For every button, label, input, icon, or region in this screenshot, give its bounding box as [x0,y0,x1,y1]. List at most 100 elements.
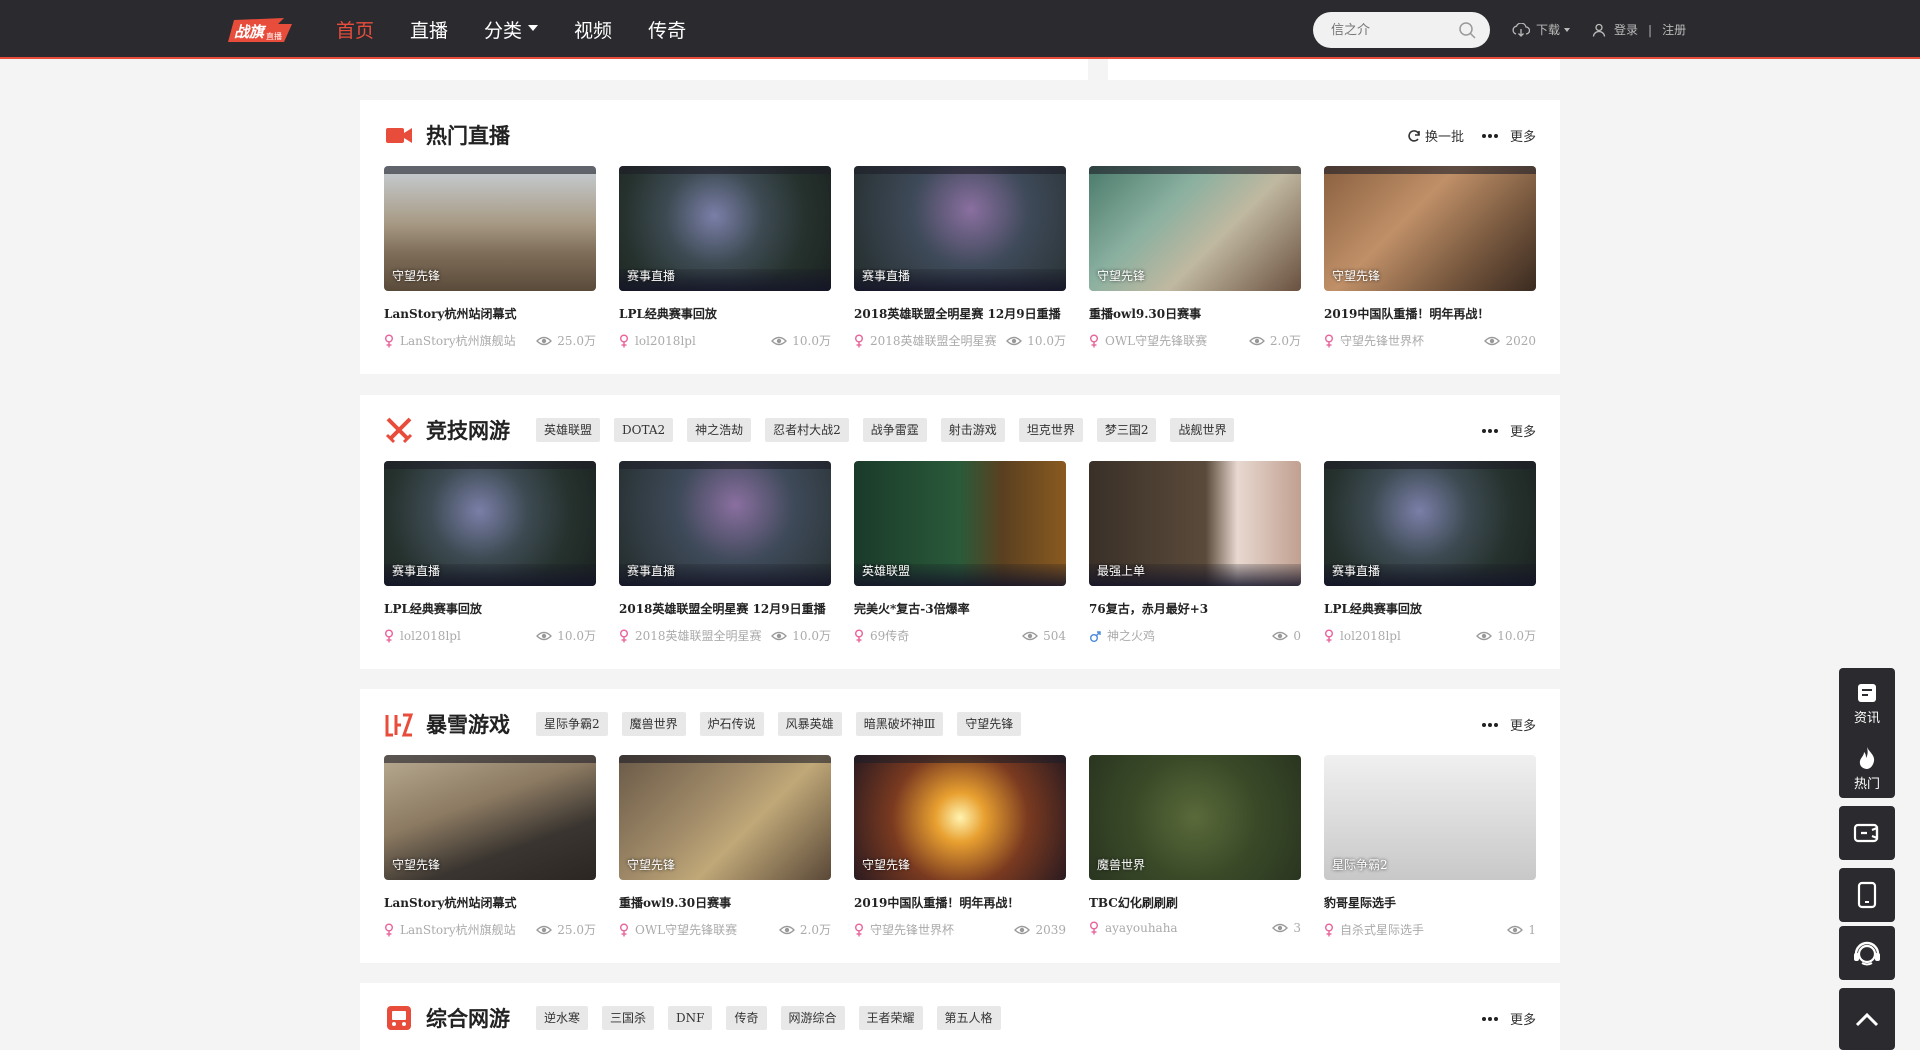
tag-item[interactable]: 王者荣耀 [858,1006,923,1030]
anchor-name[interactable]: OWL守望先锋联赛 [635,921,737,938]
stream-thumbnail[interactable]: 赛事直播 [1324,461,1536,586]
tag-item[interactable]: 梦三国2 [1096,418,1157,442]
nav-video[interactable]: 视频 [574,16,612,43]
stream-thumbnail[interactable]: 守望先锋 [384,755,596,880]
stream-title[interactable]: 76复古，赤月最好+3 [1089,600,1301,617]
anchor-name[interactable]: LanStory杭州旗舰站 [400,921,516,938]
stream-card[interactable]: 守望先锋 重播owl9.30日赛事 OWL守望先锋联赛 2.0万 [1089,166,1301,349]
anchor-name[interactable]: 自杀式星际选手 [1340,921,1424,938]
more-button[interactable]: 更多 [1481,126,1536,145]
tag-item[interactable]: 星际争霸2 [536,712,608,736]
tag-item[interactable]: DNF [668,1006,713,1030]
stream-card[interactable]: 守望先锋 重播owl9.30日赛事 OWL守望先锋联赛 2.0万 [619,755,831,938]
stream-thumbnail[interactable]: 最强上单 [1089,461,1301,586]
start-stream-button[interactable] [1839,806,1895,860]
stream-card[interactable]: 赛事直播 LPL经典赛事回放 lol2018lpl 10.0万 [384,461,596,644]
anchor-name[interactable]: LanStory杭州旗舰站 [400,332,516,349]
site-logo[interactable]: 战旗 直播 [224,12,296,48]
stream-thumbnail[interactable]: 守望先锋 [854,755,1066,880]
stream-card[interactable]: 最强上单 76复古，赤月最好+3 神之火鸡 0 [1089,461,1301,644]
stream-title[interactable]: LanStory杭州站闭幕式 [384,894,596,911]
tag-item[interactable]: 炉石传说 [699,712,764,736]
tag-item[interactable]: 神之浩劫 [687,418,752,442]
stream-title[interactable]: 2019中国队重播！明年再战！ [854,894,1066,911]
tag-item[interactable]: 守望先锋 [957,712,1022,736]
anchor-name[interactable]: lol2018lpl [400,629,461,643]
stream-card[interactable]: 赛事直播 2018英雄联盟全明星赛 12月9日重播 2018英雄联盟全明星赛 1… [854,166,1066,349]
stream-thumbnail[interactable]: 赛事直播 [619,461,831,586]
more-button[interactable]: 更多 [1481,421,1536,440]
stream-title[interactable]: 豹哥星际选手 [1324,894,1536,911]
stream-card[interactable]: 赛事直播 2018英雄联盟全明星赛 12月9日重播 2018英雄联盟全明星赛 1… [619,461,831,644]
stream-thumbnail[interactable]: 守望先锋 [619,755,831,880]
stream-thumbnail[interactable]: 守望先锋 [1089,166,1301,291]
stream-title[interactable]: LPL经典赛事回放 [384,600,596,617]
anchor-name[interactable]: 守望先锋世界杯 [870,921,954,938]
more-button[interactable]: 更多 [1481,1009,1536,1028]
nav-live[interactable]: 直播 [410,16,448,43]
stream-title[interactable]: 2018英雄联盟全明星赛 12月9日重播 [619,600,831,617]
stream-title[interactable]: 2018英雄联盟全明星赛 12月9日重播 [854,305,1066,322]
stream-title[interactable]: LPL经典赛事回放 [1324,600,1536,617]
tag-item[interactable]: 暗黑破坏神Ⅲ [855,712,944,736]
stream-title[interactable]: TBC幻化刷刷刷 [1089,894,1301,911]
anchor-name[interactable]: 2018英雄联盟全明星赛 [635,627,762,644]
anchor-name[interactable]: lol2018lpl [1340,629,1401,643]
nav-category[interactable]: 分类 [484,16,539,43]
tag-item[interactable]: 网游综合 [780,1006,845,1030]
tag-item[interactable]: 逆水寒 [536,1006,589,1030]
tag-item[interactable]: DOTA2 [614,418,674,442]
tag-item[interactable]: 三国杀 [602,1006,655,1030]
tag-item[interactable]: 第五人格 [936,1006,1001,1030]
stream-thumbnail[interactable]: 星际争霸2 [1324,755,1536,880]
tag-item[interactable]: 传奇 [726,1006,767,1030]
more-button[interactable]: 更多 [1481,715,1536,734]
stream-title[interactable]: 2019中国队重播！明年再战！ [1324,305,1536,322]
stream-thumbnail[interactable]: 赛事直播 [854,166,1066,291]
tag-item[interactable]: 风暴英雄 [777,712,842,736]
stream-thumbnail[interactable]: 赛事直播 [384,461,596,586]
stream-card[interactable]: 守望先锋 2019中国队重播！明年再战！ 守望先锋世界杯 2039 [854,755,1066,938]
stream-title[interactable]: 重播owl9.30日赛事 [619,894,831,911]
anchor-name[interactable]: 神之火鸡 [1107,627,1155,644]
tag-item[interactable]: 魔兽世界 [621,712,686,736]
nav-home[interactable]: 首页 [336,16,374,43]
stream-title[interactable]: LPL经典赛事回放 [619,305,831,322]
anchor-name[interactable]: 2018英雄联盟全明星赛 [870,332,997,349]
stream-title[interactable]: 重播owl9.30日赛事 [1089,305,1301,322]
stream-card[interactable]: 赛事直播 LPL经典赛事回放 lol2018lpl 10.0万 [1324,461,1536,644]
stream-thumbnail[interactable]: 英雄联盟 [854,461,1066,586]
anchor-name[interactable]: 69传奇 [870,627,909,644]
tag-item[interactable]: 战舰世界 [1170,418,1235,442]
stream-title[interactable]: 完美火*复古-3倍爆率 [854,600,1066,617]
stream-thumbnail[interactable]: 魔兽世界 [1089,755,1301,880]
anchor-name[interactable]: 守望先锋世界杯 [1340,332,1424,349]
login-link[interactable]: 登录 [1614,21,1638,38]
customer-service-button[interactable] [1839,926,1895,980]
stream-card[interactable]: 英雄联盟 完美火*复古-3倍爆率 69传奇 504 [854,461,1066,644]
anchor-name[interactable]: OWL守望先锋联赛 [1105,332,1207,349]
news-button[interactable]: 资讯 [1839,682,1895,726]
download-menu[interactable]: 下载 [1512,21,1571,38]
stream-card[interactable]: 星际争霸2 豹哥星际选手 自杀式星际选手 1 [1324,755,1536,938]
nav-legend[interactable]: 传奇 [648,16,686,43]
refresh-button[interactable]: 换一批 [1407,126,1464,145]
back-to-top-button[interactable] [1839,988,1895,1050]
mobile-app-button[interactable] [1839,868,1895,922]
stream-thumbnail[interactable]: 赛事直播 [619,166,831,291]
tag-item[interactable]: 射击游戏 [940,418,1005,442]
stream-card[interactable]: 赛事直播 LPL经典赛事回放 lol2018lpl 10.0万 [619,166,831,349]
stream-thumbnail[interactable]: 守望先锋 [1324,166,1536,291]
register-link[interactable]: 注册 [1662,21,1686,38]
anchor-name[interactable]: ayayouhaha [1105,921,1178,935]
search-input[interactable] [1331,20,1451,40]
anchor-name[interactable]: lol2018lpl [635,334,696,348]
tag-item[interactable]: 英雄联盟 [536,418,601,442]
stream-card[interactable]: 守望先锋 LanStory杭州站闭幕式 LanStory杭州旗舰站 25.0万 [384,166,596,349]
tag-item[interactable]: 坦克世界 [1018,418,1083,442]
tag-item[interactable]: 忍者村大战2 [765,418,849,442]
search-icon[interactable] [1458,21,1476,39]
stream-card[interactable]: 守望先锋 LanStory杭州站闭幕式 LanStory杭州旗舰站 25.0万 [384,755,596,938]
tag-item[interactable]: 战争雷霆 [862,418,927,442]
stream-card[interactable]: 守望先锋 2019中国队重播！明年再战！ 守望先锋世界杯 2020 [1324,166,1536,349]
